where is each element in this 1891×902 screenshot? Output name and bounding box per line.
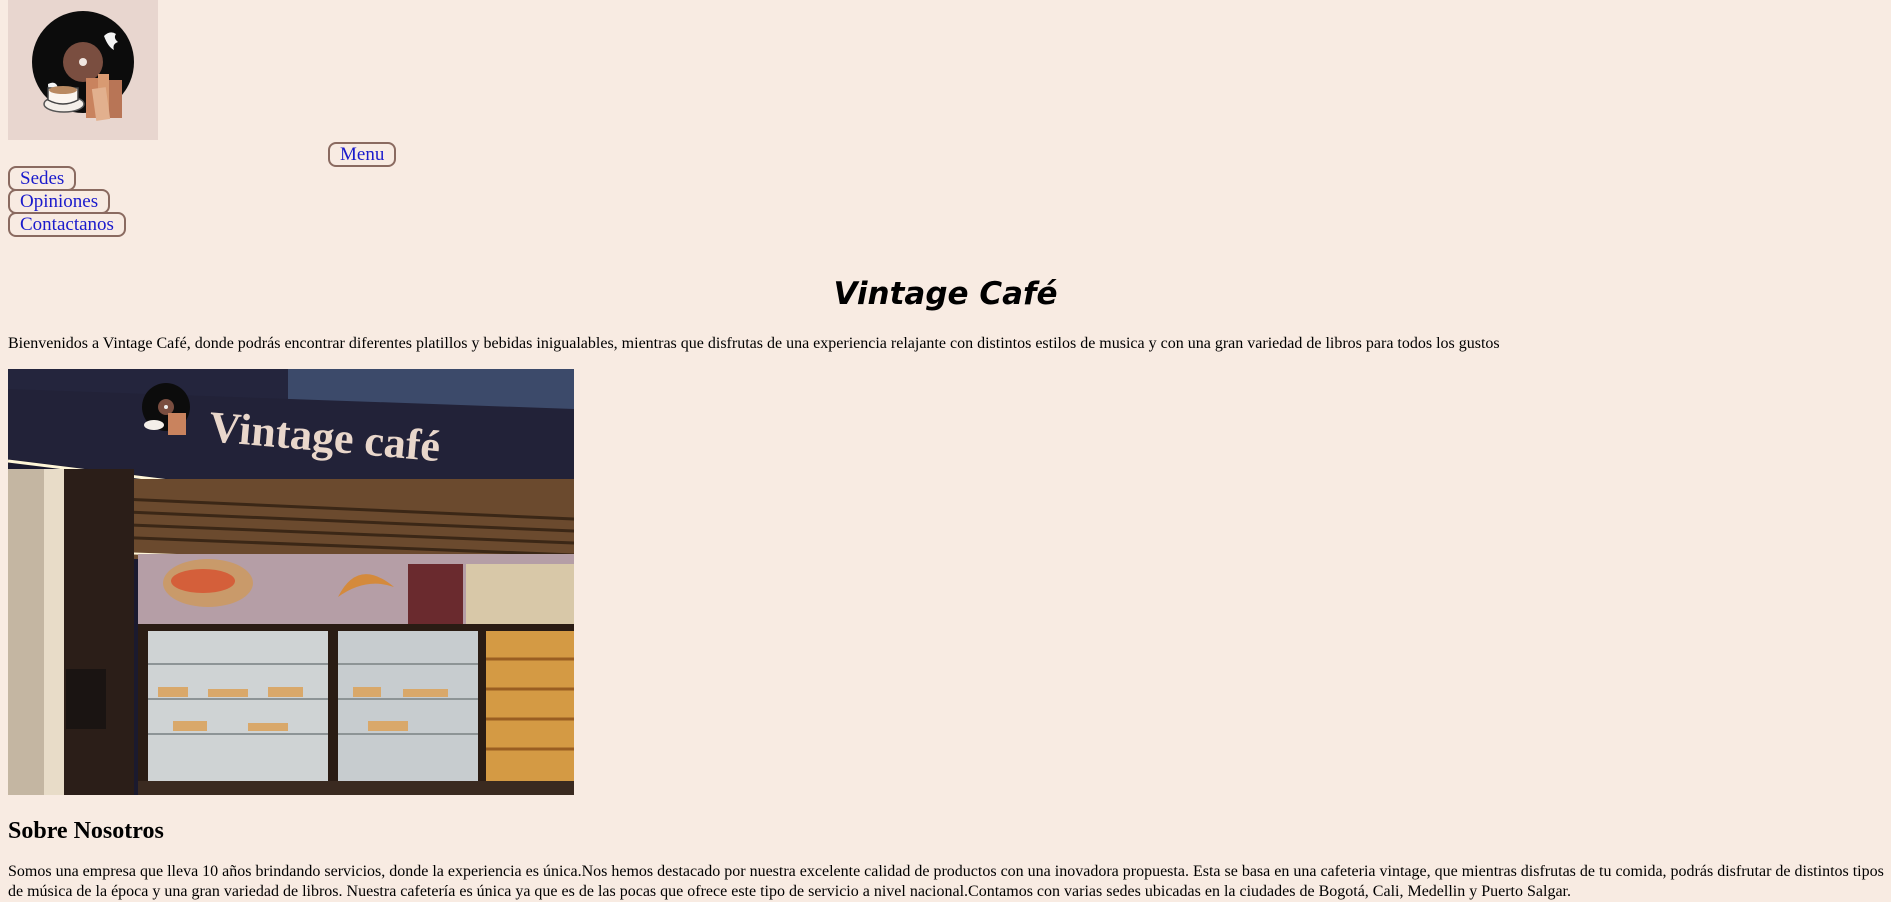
nav-menu-button[interactable]: Menu — [328, 142, 397, 167]
page-title: Vintage Café — [833, 276, 1058, 312]
nav-contactanos-button[interactable]: Contactanos — [8, 212, 126, 237]
about-title: Sobre Nosotros — [8, 818, 164, 844]
site-logo — [8, 0, 158, 140]
intro-paragraph: Bienvenidos a Vintage Café, donde podrás… — [8, 335, 1500, 352]
storefront-photo: Vintage café — [8, 369, 574, 795]
about-paragraph: Somos una empresa que lleva 10 años brin… — [8, 863, 1884, 900]
vinyl-coffee-books-logo-icon — [32, 11, 134, 121]
nav-sedes-button[interactable]: Sedes — [8, 166, 77, 191]
nav-opiniones-button[interactable]: Opiniones — [8, 189, 111, 214]
